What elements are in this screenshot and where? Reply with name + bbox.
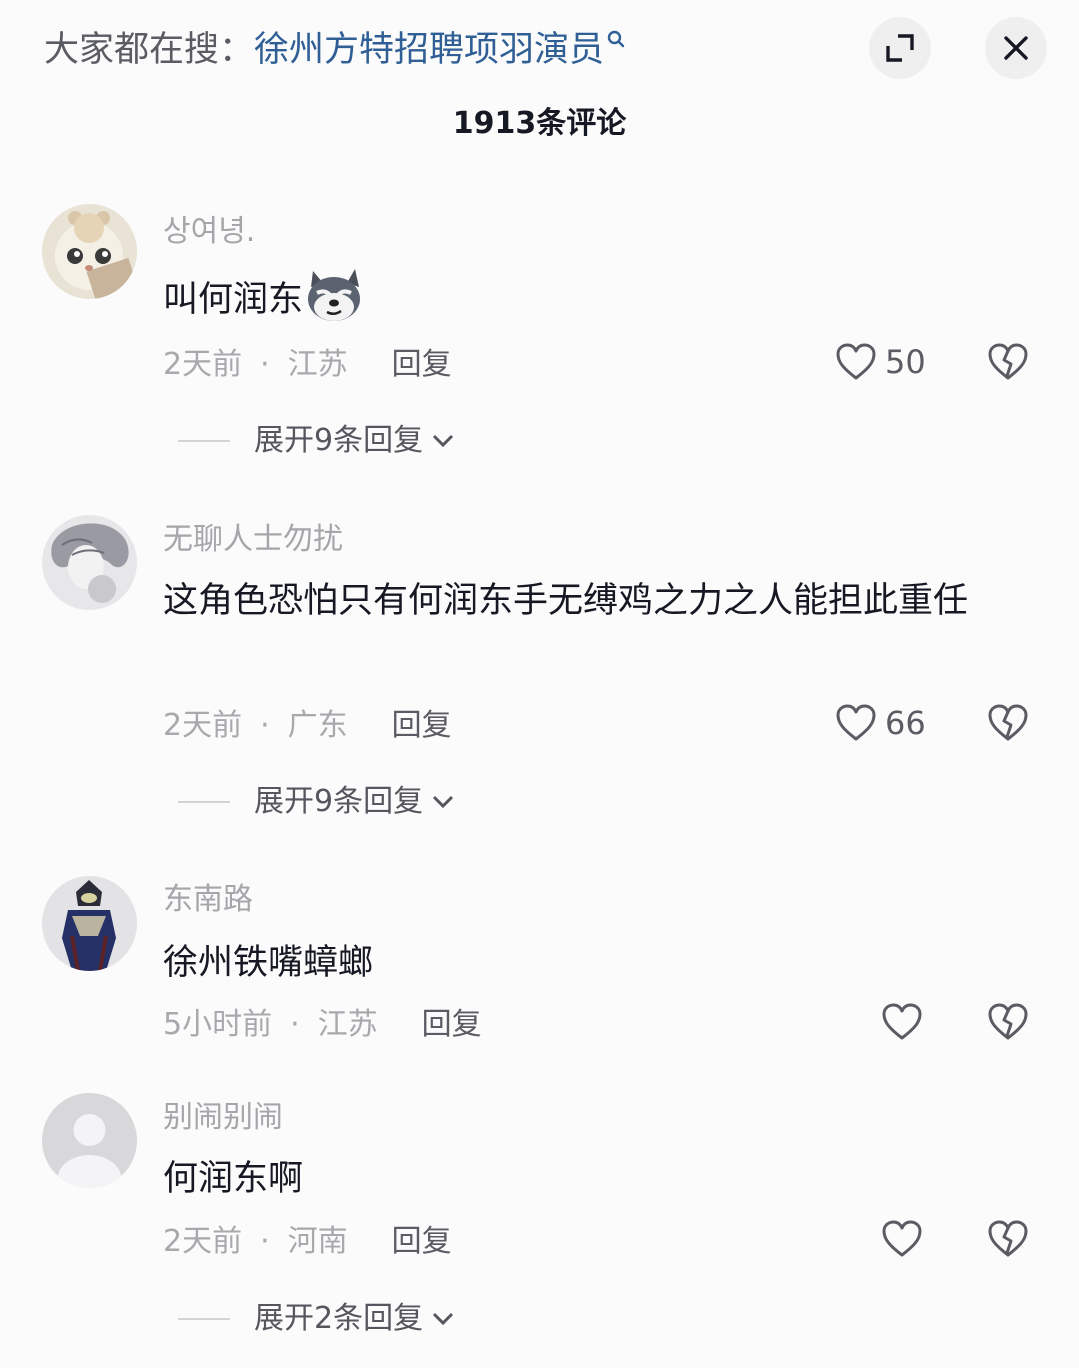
dislike-button[interactable]	[987, 1002, 1029, 1046]
username[interactable]: 无聊人士勿扰	[163, 520, 343, 560]
username[interactable]: 东南路	[163, 880, 253, 920]
comment-text: 这角色恐怕只有何润东手无缚鸡之力之人能担此重任	[163, 581, 969, 621]
like-count: 66	[885, 704, 926, 742]
dislike-button[interactable]	[987, 342, 1029, 386]
like-button[interactable]: 50	[835, 342, 926, 382]
comment-time: 5小时前	[163, 1007, 273, 1042]
reply-button[interactable]: 回复	[392, 708, 452, 743]
comment-location: 广东	[287, 708, 348, 743]
username[interactable]: 别闹别闹	[163, 1098, 283, 1138]
dislike-button[interactable]	[987, 1219, 1029, 1263]
avatar[interactable]	[42, 204, 137, 299]
comment-meta: 2天前 · 河南 回复	[163, 1224, 452, 1259]
comment-text: 何润东啊	[163, 1159, 304, 1199]
bear-avatar-image	[42, 204, 137, 299]
expand-replies-button[interactable]: 展开9条回复	[178, 421, 455, 461]
chevron-down-icon	[433, 1312, 454, 1326]
like-button[interactable]	[881, 1002, 923, 1042]
expand-replies-label: 展开2条回复	[254, 1301, 424, 1336]
broken-heart-icon	[988, 704, 1028, 741]
heart-icon	[882, 1220, 922, 1257]
search-suggestion[interactable]: 大家都在搜：徐州方特招聘项羽演员	[44, 26, 625, 74]
comment-location: 河南	[287, 1224, 348, 1259]
comment-count-title: 1913条评论	[452, 106, 627, 141]
comment-text: 叫何润东	[163, 265, 1033, 331]
search-query-link[interactable]: 徐州方特招聘项羽演员	[254, 30, 604, 70]
divider	[178, 440, 230, 442]
comment-time: 2天前	[163, 708, 243, 743]
sketch-avatar-image	[42, 515, 137, 610]
search-prefix: 大家都在搜：	[44, 30, 255, 70]
comment-location: 江苏	[317, 1007, 378, 1042]
heart-icon	[882, 1003, 922, 1040]
like-count: 50	[885, 343, 926, 381]
chevron-down-icon	[433, 434, 454, 448]
default-avatar-icon	[42, 1093, 137, 1188]
broken-heart-icon	[988, 343, 1028, 380]
expand-replies-button[interactable]: 展开9条回复	[178, 782, 455, 822]
expand-button[interactable]	[869, 17, 931, 79]
comment-time: 2天前	[163, 1224, 243, 1259]
close-button[interactable]	[985, 17, 1047, 79]
comment-text-body: 叫何润东	[163, 280, 304, 320]
expand-replies-label: 展开9条回复	[254, 423, 424, 458]
comment-text: 徐州铁嘴蟑螂	[163, 943, 374, 983]
like-button[interactable]	[881, 1219, 923, 1259]
husky-emoji-icon	[308, 269, 361, 321]
heart-icon	[836, 343, 876, 380]
comment-meta: 2天前 · 广东 回复	[163, 708, 452, 743]
reply-button[interactable]: 回复	[392, 347, 452, 382]
broken-heart-icon	[988, 1003, 1028, 1040]
reply-button[interactable]: 回复	[422, 1007, 482, 1042]
expand-replies-button[interactable]: 展开2条回复	[178, 1299, 455, 1339]
comment-time: 2天前	[163, 347, 243, 382]
hero-figure-avatar-image	[42, 876, 137, 971]
broken-heart-icon	[988, 1220, 1028, 1257]
comment-meta: 2天前 · 江苏 回复	[163, 347, 452, 382]
comment-meta: 5小时前 · 江苏 回复	[163, 1007, 482, 1042]
dislike-button[interactable]	[987, 703, 1029, 747]
expand-replies-label: 展开9条回复	[254, 784, 424, 819]
close-icon	[1004, 36, 1028, 60]
username[interactable]: 상여녕.	[163, 212, 255, 252]
avatar[interactable]	[42, 1093, 137, 1188]
heart-icon	[836, 704, 876, 741]
divider	[178, 801, 230, 803]
comment-location: 江苏	[287, 347, 348, 382]
chevron-down-icon	[433, 795, 454, 809]
expand-icon	[886, 34, 914, 62]
like-button[interactable]: 66	[835, 703, 926, 743]
reply-button[interactable]: 回复	[392, 1224, 452, 1259]
avatar[interactable]	[42, 515, 137, 610]
search-icon	[607, 30, 625, 48]
avatar[interactable]	[42, 876, 137, 971]
divider	[178, 1318, 230, 1320]
